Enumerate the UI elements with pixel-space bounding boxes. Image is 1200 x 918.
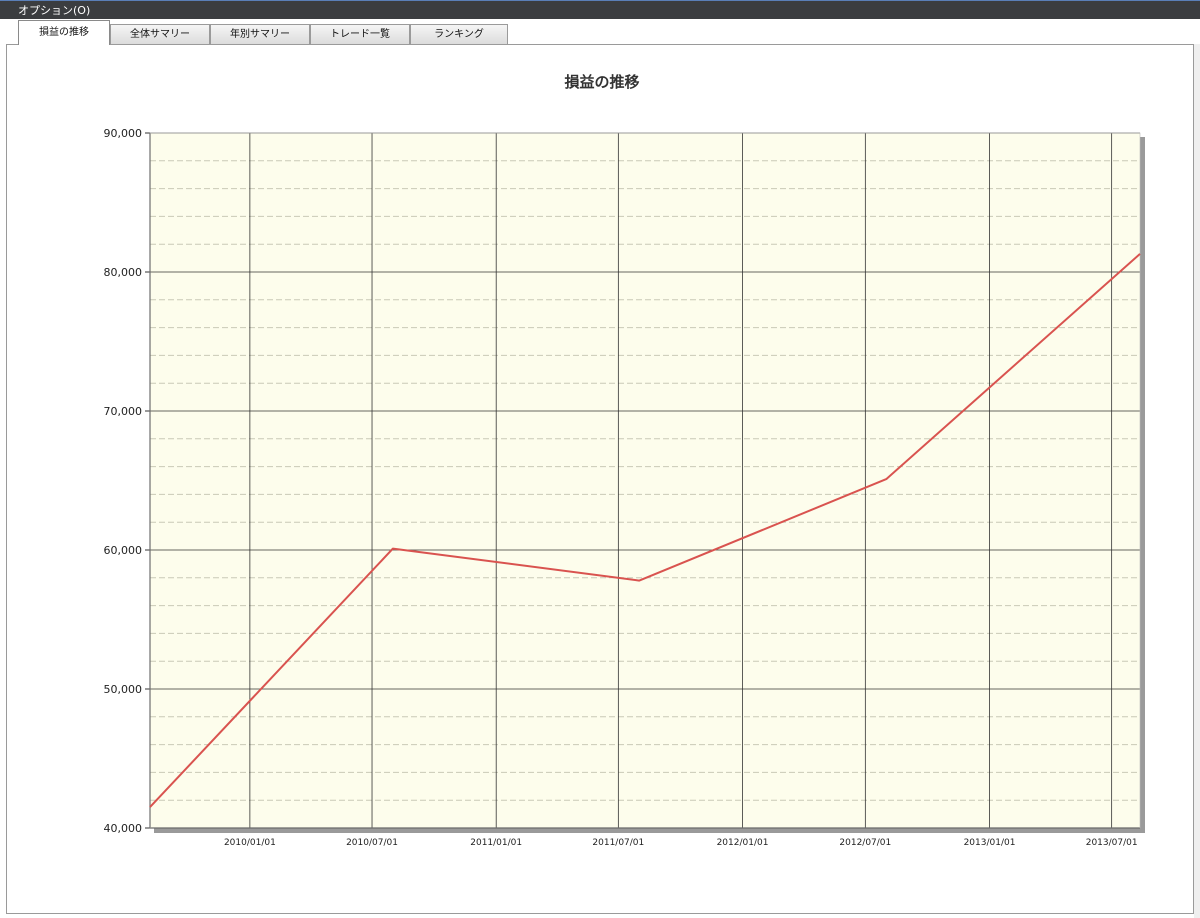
plot-shadow-right	[1140, 137, 1145, 832]
y-tick-label: 40,000	[104, 822, 143, 835]
tab-trade-list[interactable]: トレード一覧	[310, 24, 410, 44]
y-tick-label: 70,000	[104, 405, 143, 418]
x-tick-label: 2010/07/01	[346, 838, 398, 848]
y-tick-label: 60,000	[104, 544, 143, 557]
x-tick-label: 2010/01/01	[224, 838, 276, 848]
x-tick-label: 2012/07/01	[839, 838, 891, 848]
y-tick-label: 80,000	[104, 266, 143, 279]
menu-bar: オプション(O)	[0, 0, 1200, 19]
profit-chart: 損益の推移 40,000 50,000 60,000 70,000 80,000 90,0…	[104, 73, 1145, 848]
y-tick-label: 50,000	[104, 683, 143, 696]
x-tick-label: 2012/01/01	[717, 838, 769, 848]
tab-profit-trend[interactable]: 損益の推移	[18, 20, 110, 45]
x-tick-label: 2013/01/01	[964, 838, 1016, 848]
menu-options[interactable]: オプション(O)	[18, 1, 90, 20]
plot-area	[150, 133, 1140, 828]
tab-yearly-summary[interactable]: 年別サマリー	[210, 24, 310, 44]
plot-shadow-bottom	[154, 828, 1145, 833]
chart-title: 損益の推移	[564, 73, 639, 91]
tab-overall-summary[interactable]: 全体サマリー	[110, 24, 210, 44]
x-tick-label: 2013/07/01	[1086, 838, 1138, 848]
x-tick-label: 2011/07/01	[592, 838, 644, 848]
tab-ranking[interactable]: ランキング	[410, 24, 508, 44]
y-tick-label: 90,000	[104, 127, 143, 140]
x-tick-label: 2011/01/01	[470, 838, 522, 848]
window-edge	[1194, 44, 1200, 918]
tab-strip: 損益の推移 全体サマリー 年別サマリー トレード一覧 ランキング	[0, 19, 1200, 45]
